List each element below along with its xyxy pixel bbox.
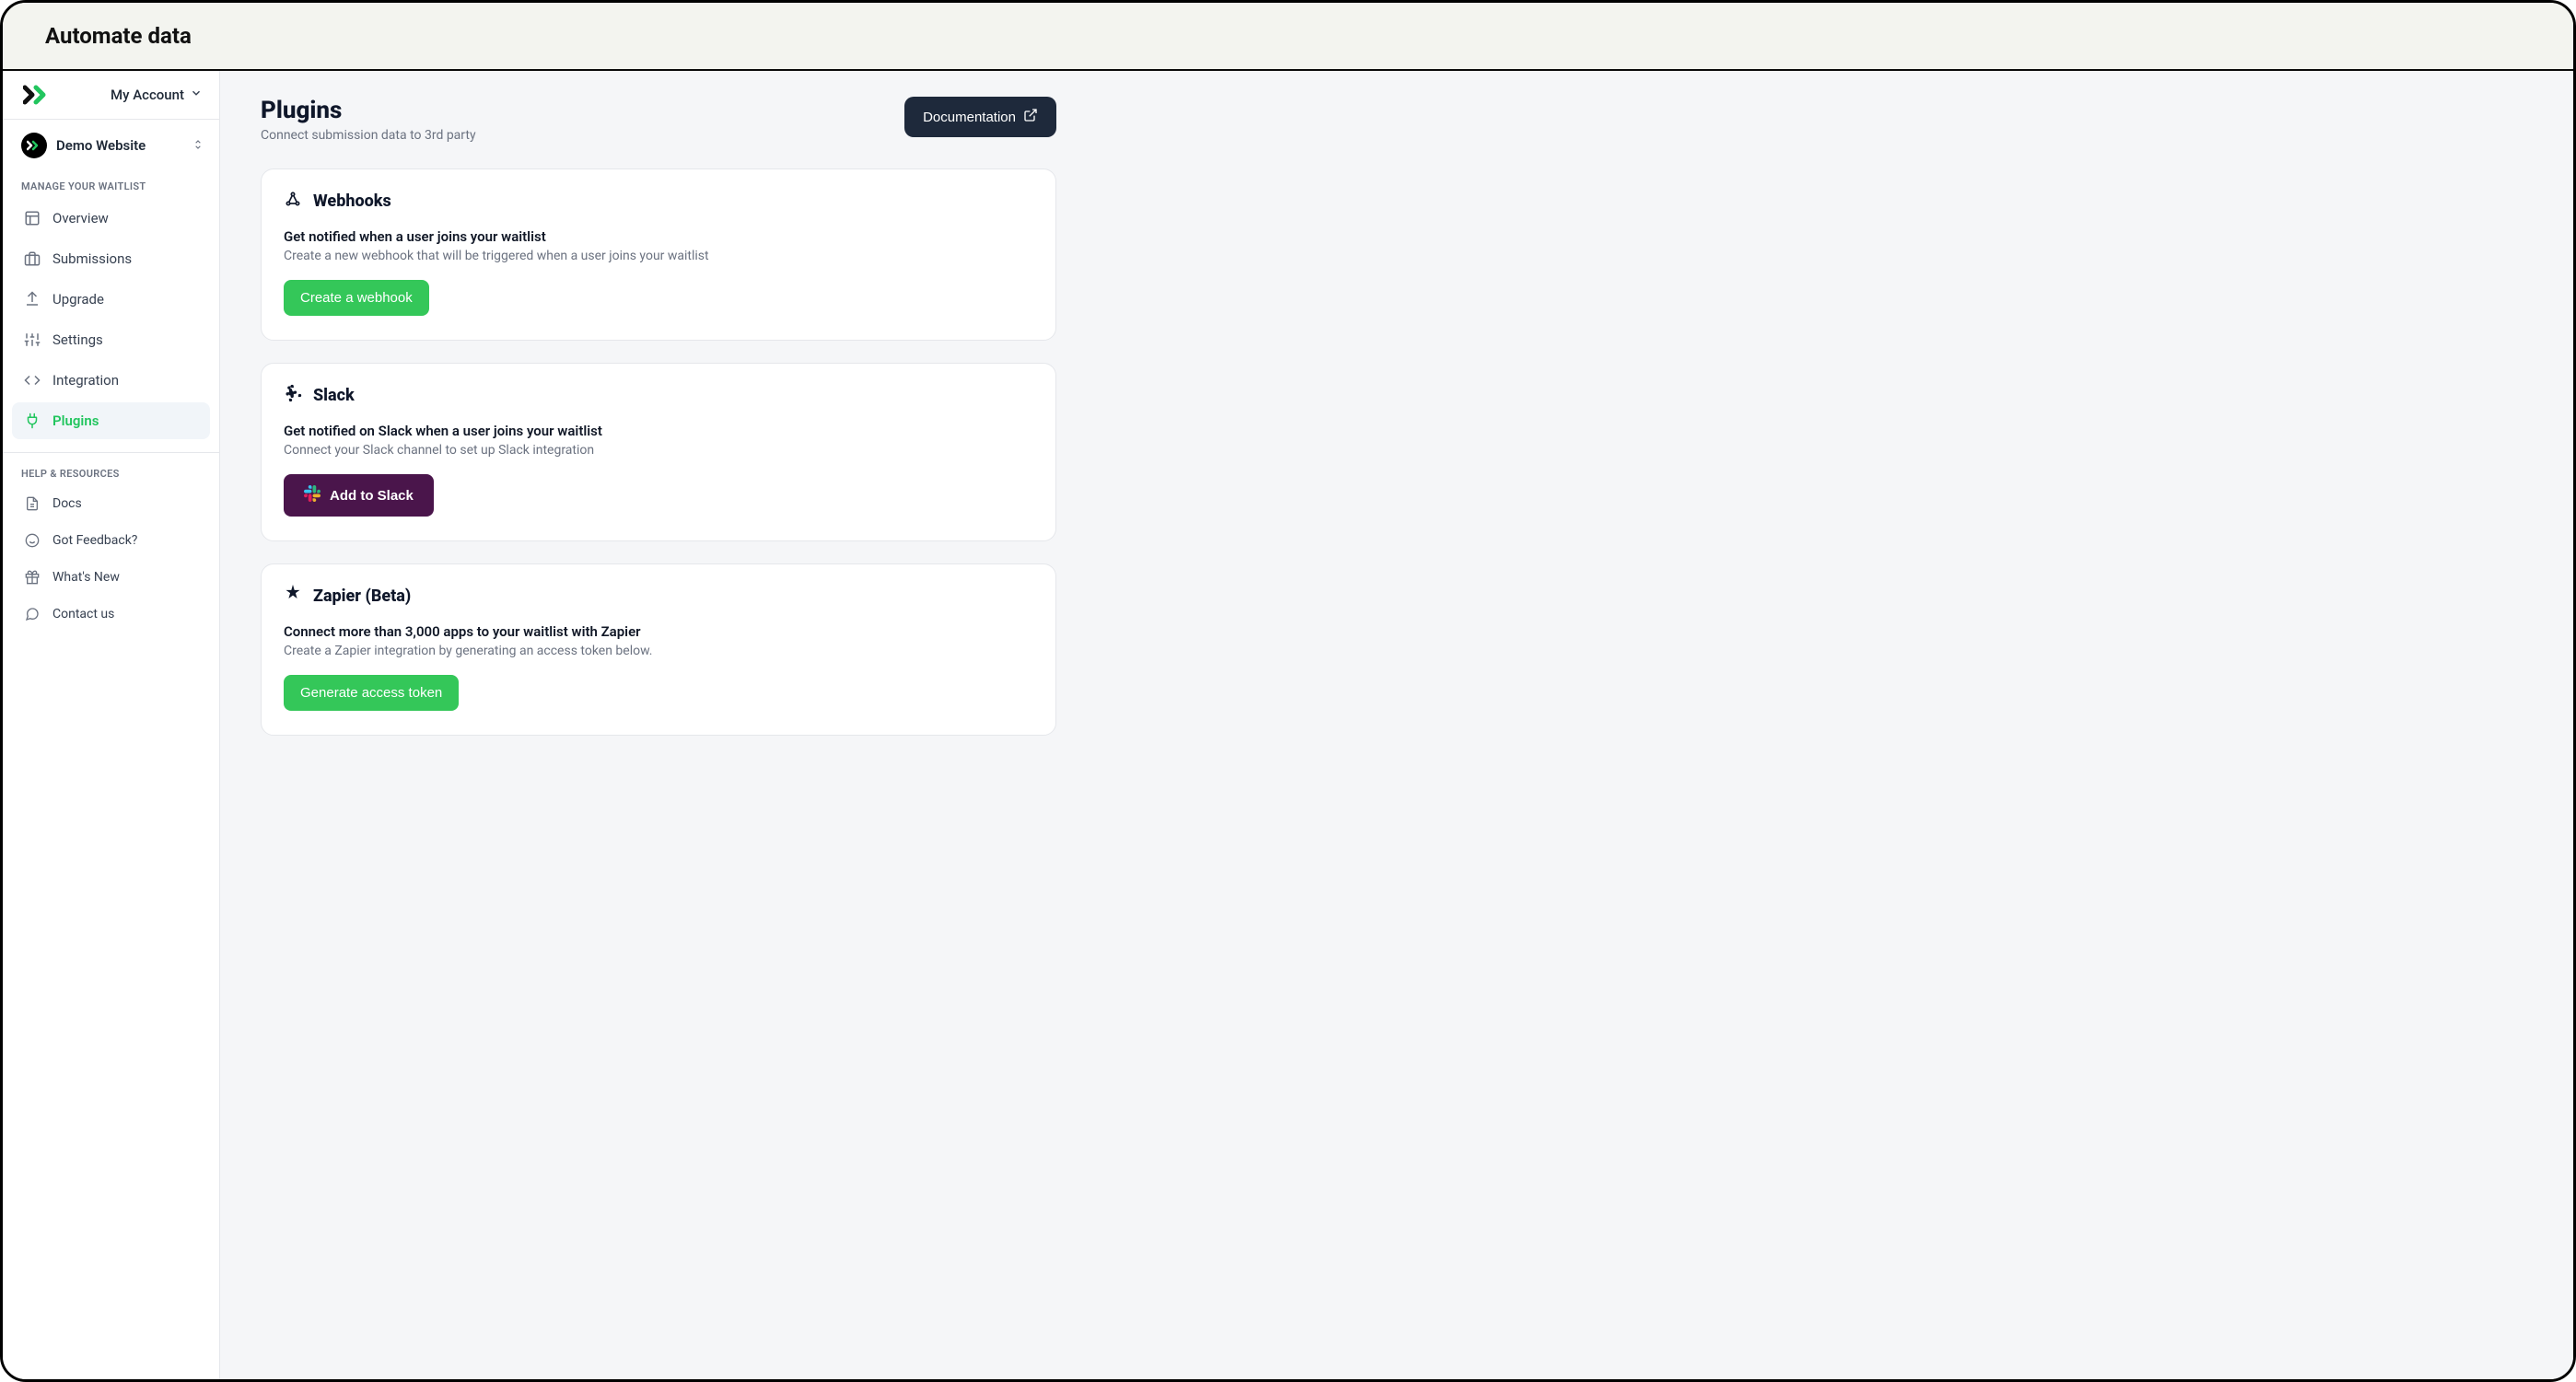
card-subtitle: Get notified on Slack when a user joins … (284, 423, 1033, 439)
main-content: Plugins Connect submission data to 3rd p… (220, 71, 2573, 1379)
gift-icon (23, 568, 41, 586)
account-selector[interactable]: My Account (111, 87, 203, 103)
card-webhooks: Webhooks Get notified when a user joins … (261, 168, 1056, 341)
webhook-icon (284, 190, 302, 212)
site-avatar-icon (21, 133, 47, 158)
card-description: Connect your Slack channel to set up Sla… (284, 443, 1033, 458)
upgrade-icon (23, 290, 41, 308)
sidebar-item-settings[interactable]: Settings (12, 321, 210, 358)
slack-icon (284, 384, 302, 406)
card-slack: Slack Get notified on Slack when a user … (261, 363, 1056, 541)
sidebar-item-label: Docs (52, 496, 82, 511)
sidebar-item-upgrade[interactable]: Upgrade (12, 281, 210, 318)
generate-token-button[interactable]: Generate access token (284, 675, 459, 711)
topbar-title: Automate data (45, 23, 2531, 49)
briefcase-icon (23, 250, 41, 268)
create-webhook-button[interactable]: Create a webhook (284, 280, 429, 316)
code-icon (23, 371, 41, 389)
documentation-button-label: Documentation (923, 110, 1016, 125)
external-link-icon (1023, 108, 1038, 126)
sidebar-item-integration[interactable]: Integration (12, 362, 210, 399)
sidebar-item-docs[interactable]: Docs (12, 487, 210, 520)
sidebar-item-label: Integration (52, 372, 119, 389)
card-subtitle: Get notified when a user joins your wait… (284, 228, 1033, 245)
sidebar-item-label: Settings (52, 331, 103, 348)
sidebar-item-submissions[interactable]: Submissions (12, 240, 210, 277)
sidebar-item-feedback[interactable]: Got Feedback? (12, 524, 210, 557)
sidebar-nav-help: Docs Got Feedback? What's New (3, 487, 219, 631)
sidebar-item-plugins[interactable]: Plugins (12, 402, 210, 439)
app-logo-icon (23, 84, 52, 106)
sidebar-header: My Account (3, 71, 219, 120)
sidebar: My Account Demo Website (3, 71, 220, 1379)
sidebar-section-help-label: HELP & RESOURCES (3, 459, 219, 487)
button-label: Generate access token (300, 685, 442, 701)
documentation-button[interactable]: Documentation (904, 97, 1056, 137)
sidebar-item-label: Submissions (52, 250, 132, 267)
topbar: Automate data (3, 3, 2573, 71)
card-description: Create a Zapier integration by generatin… (284, 644, 1033, 658)
divider (3, 452, 219, 453)
site-name: Demo Website (56, 137, 146, 154)
sidebar-nav-manage: Overview Submissions Upgrade (3, 200, 219, 439)
chat-icon (23, 605, 41, 623)
sidebar-item-label: Plugins (52, 412, 99, 429)
zapier-icon (284, 585, 302, 607)
sliders-icon (23, 331, 41, 349)
page-title: Plugins (261, 97, 476, 124)
plug-icon (23, 412, 41, 430)
smile-icon (23, 531, 41, 550)
sidebar-item-label: What's New (52, 570, 120, 585)
button-label: Create a webhook (300, 290, 413, 306)
card-title: Webhooks (313, 192, 391, 211)
sidebar-item-contact[interactable]: Contact us (12, 598, 210, 631)
sidebar-item-label: Got Feedback? (52, 533, 137, 548)
page-header: Plugins Connect submission data to 3rd p… (261, 97, 1056, 143)
card-subtitle: Connect more than 3,000 apps to your wai… (284, 623, 1033, 640)
button-label: Add to Slack (330, 488, 414, 504)
app-window: Automate data My Account (0, 0, 2576, 1382)
chevron-down-icon (190, 87, 203, 103)
sort-icon (192, 137, 204, 155)
add-to-slack-button[interactable]: Add to Slack (284, 474, 434, 517)
sidebar-item-label: Upgrade (52, 291, 104, 308)
sidebar-item-label: Contact us (52, 607, 114, 621)
sidebar-section-manage-label: MANAGE YOUR WAITLIST (3, 171, 219, 200)
sidebar-item-whatsnew[interactable]: What's New (12, 561, 210, 594)
card-title: Slack (313, 386, 355, 405)
sidebar-item-label: Overview (52, 210, 109, 226)
dashboard-icon (23, 209, 41, 227)
account-label: My Account (111, 87, 184, 103)
page-subtitle: Connect submission data to 3rd party (261, 128, 476, 143)
app-body: My Account Demo Website (3, 71, 2573, 1379)
card-zapier: Zapier (Beta) Connect more than 3,000 ap… (261, 563, 1056, 736)
sidebar-item-overview[interactable]: Overview (12, 200, 210, 237)
card-title: Zapier (Beta) (313, 586, 411, 606)
slack-color-icon (304, 485, 321, 505)
file-icon (23, 494, 41, 513)
card-description: Create a new webhook that will be trigge… (284, 249, 1033, 263)
site-selector[interactable]: Demo Website (3, 120, 219, 171)
